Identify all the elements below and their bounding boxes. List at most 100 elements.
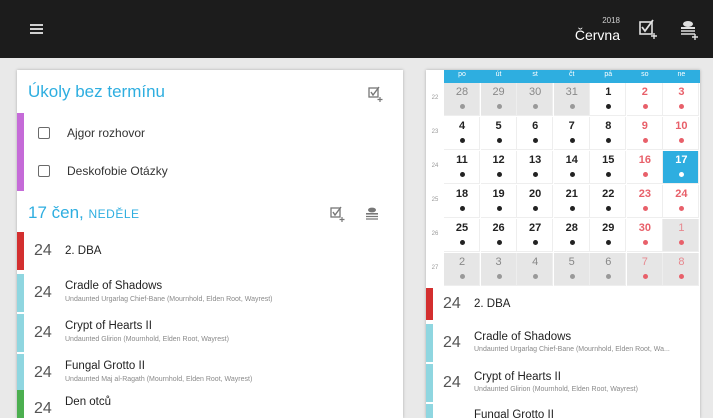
calendar-day-cell[interactable]: 12 xyxy=(480,151,517,184)
calendar-day-cell[interactable]: 2 xyxy=(626,83,663,116)
calendar-day-cell[interactable]: 5 xyxy=(553,253,590,286)
event-dot-icon xyxy=(569,274,575,279)
calendar-day-cell[interactable]: 7 xyxy=(553,117,590,150)
event-dot-icon xyxy=(679,206,685,211)
add-event-day-button[interactable] xyxy=(362,204,382,224)
event-subtitle: Undaunted Glirion (Mournhold, Elden Root… xyxy=(65,336,229,343)
event-item[interactable]: 24 Crypt of Hearts II Undaunted Glirion … xyxy=(17,314,403,352)
event-dot-icon xyxy=(460,240,465,245)
calendar-day-cell[interactable]: 16 xyxy=(626,151,663,184)
event-title: Den otců xyxy=(65,396,112,408)
calendar-day-cell[interactable]: 8 xyxy=(663,253,700,286)
calendar-day-cell[interactable]: 22 xyxy=(590,185,627,218)
event-dot-icon xyxy=(606,138,612,143)
calendar-day-number: 1 xyxy=(605,86,612,98)
event-item[interactable]: 24 2. DBA xyxy=(426,288,700,320)
calendar-day-cell[interactable]: 31 xyxy=(553,83,590,116)
calendar-day-cell[interactable]: 27 xyxy=(517,219,554,252)
calendar-day-cell[interactable]: 18 xyxy=(444,185,480,218)
event-item[interactable]: 24 Cradle of Shadows Undaunted Urgarlag … xyxy=(17,274,403,312)
calendar-day-number: 30 xyxy=(638,222,651,234)
weekday-header: po út st čt pá so ne xyxy=(444,70,700,83)
calendar-day-cell[interactable]: 7 xyxy=(626,253,663,286)
event-title: Cradle of Shadows xyxy=(65,280,163,292)
calendar-day-cell[interactable]: 1 xyxy=(663,219,700,252)
calendar-day-cell[interactable]: 14 xyxy=(553,151,590,184)
calendar-day-number: 7 xyxy=(641,256,648,268)
event-item[interactable]: 24 Den otců 🔒︎ xyxy=(17,390,403,418)
add-task-inline-button[interactable] xyxy=(366,84,386,104)
calendar-day-cell[interactable]: 3 xyxy=(663,83,700,116)
day-section-title: 17 čen, NEDĚLE xyxy=(28,203,140,223)
task-item[interactable]: Deskofobie Otázky xyxy=(17,151,403,191)
menu-button[interactable] xyxy=(27,19,47,39)
calendar-day-cell[interactable]: 21 xyxy=(553,185,590,218)
calendar-day-cell[interactable]: 6 xyxy=(590,253,627,286)
app-toolbar: 2018 Června xyxy=(0,0,713,58)
calendar-day-number: 6 xyxy=(532,120,539,132)
event-dot-icon xyxy=(496,206,502,211)
calendar-day-cell[interactable]: 5 xyxy=(480,117,517,150)
task-checkbox[interactable] xyxy=(38,127,50,139)
calendar-day-number: 15 xyxy=(602,154,615,166)
calendar-day-cell[interactable]: 28 xyxy=(553,219,590,252)
calendar-day-cell[interactable]: 29 xyxy=(590,219,627,252)
event-day: 24 xyxy=(34,242,52,259)
event-item[interactable]: 24 Fungal Grotto II Undaunted Maj al-Rag… xyxy=(17,354,403,392)
add-task-button[interactable] xyxy=(633,14,663,44)
event-item[interactable]: 24 Crypt of Hearts II Undaunted Glirion … xyxy=(426,364,700,402)
calendar-day-cell[interactable]: 10 xyxy=(663,117,700,150)
event-dot-icon xyxy=(569,172,575,177)
calendar-day-cell[interactable]: 11 xyxy=(444,151,480,184)
event-dot-icon xyxy=(642,104,648,109)
calendar-day-cell[interactable]: 13 xyxy=(517,151,554,184)
calendar-day-number: 2 xyxy=(641,86,648,98)
event-dot-icon xyxy=(606,104,612,109)
event-dot-icon xyxy=(533,274,539,279)
calendar-day-cell[interactable]: 30 xyxy=(517,83,554,116)
calendar-panel: po út st čt pá so ne 22 28 29 30 31 1 2 3 23 4 5 6 7 8 9 10 24… xyxy=(426,70,700,418)
calendar-day-cell[interactable]: 29 xyxy=(480,83,517,116)
add-event-button[interactable] xyxy=(673,14,703,44)
add-task-day-button[interactable] xyxy=(328,204,348,224)
calendar-day-cell[interactable]: 8 xyxy=(590,117,627,150)
calendar-day-cell[interactable]: 26 xyxy=(480,219,517,252)
calendar-day-cell[interactable]: 20 xyxy=(517,185,554,218)
calendar-day-cell[interactable]: 25 xyxy=(444,219,480,252)
event-title: Crypt of Hearts II xyxy=(474,371,561,383)
calendar-day-cell[interactable]: 1 xyxy=(590,83,627,116)
task-item[interactable]: Ajgor rozhovor xyxy=(17,113,403,153)
event-day: 24 xyxy=(34,364,52,381)
event-dot-icon xyxy=(460,206,465,211)
calendar-day-cell[interactable]: 19 xyxy=(480,185,517,218)
weekday-label: st xyxy=(532,71,538,78)
task-checkbox[interactable] xyxy=(38,165,50,177)
calendar-day-number: 3 xyxy=(495,256,502,268)
calendar-day-cell[interactable]: 6 xyxy=(517,117,554,150)
calendar-day-cell[interactable]: 4 xyxy=(517,253,554,286)
calendar-day-cell[interactable]: 9 xyxy=(626,117,663,150)
calendar-day-cell[interactable]: 23 xyxy=(626,185,663,218)
month-selector[interactable]: 2018 Června xyxy=(566,16,626,46)
month-year-label: 2018 xyxy=(602,16,620,25)
event-subtitle: Undaunted Urgarlag Chief-Bane (Mournhold… xyxy=(474,346,670,353)
event-dot-icon xyxy=(642,274,648,279)
task-label: Deskofobie Otázky xyxy=(67,164,168,178)
event-title: Fungal Grotto II xyxy=(65,360,145,372)
event-item[interactable]: 24 Fungal Grotto II xyxy=(426,404,700,418)
calendar-day-number: 4 xyxy=(458,120,466,132)
event-color-bar xyxy=(426,404,433,418)
event-day: 24 xyxy=(34,324,52,341)
calendar-day-cell[interactable]: 17 xyxy=(663,151,700,184)
calendar-day-cell[interactable]: 15 xyxy=(590,151,627,184)
calendar-day-cell[interactable]: 4 xyxy=(444,117,480,150)
event-item[interactable]: 24 Cradle of Shadows Undaunted Urgarlag … xyxy=(426,324,700,362)
weekday-label: ne xyxy=(677,71,686,78)
calendar-day-cell[interactable]: 30 xyxy=(626,219,663,252)
calendar-day-cell[interactable]: 28 xyxy=(444,83,480,116)
calendar-day-cell[interactable]: 24 xyxy=(663,185,700,218)
calendar-day-cell[interactable]: 3 xyxy=(480,253,517,286)
calendar-day-cell[interactable]: 2 xyxy=(444,253,480,286)
event-item[interactable]: 24 2. DBA xyxy=(17,232,403,270)
calendar-day-number: 17 xyxy=(675,154,688,166)
